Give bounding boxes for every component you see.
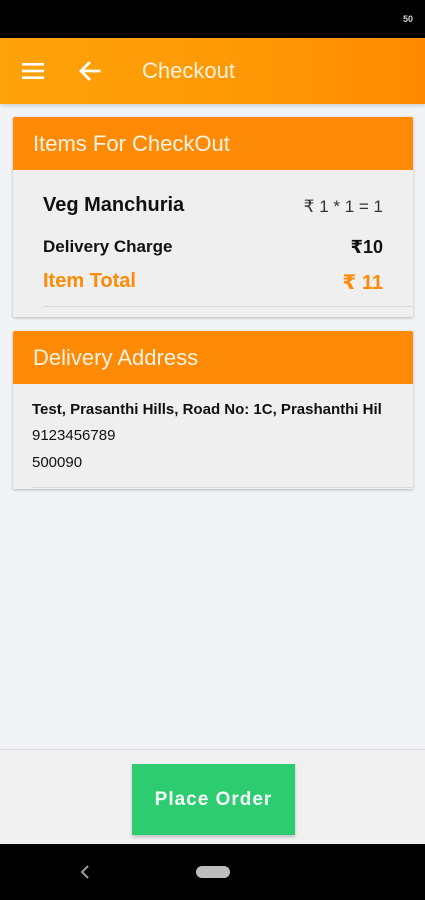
delivery-charge-value: ₹10 — [350, 237, 383, 257]
divider — [43, 306, 413, 307]
delivery-address-header: Delivery Address — [13, 331, 413, 384]
page-title: Checkout — [142, 58, 235, 83]
checkout-items-header: Items For CheckOut — [13, 117, 413, 170]
divider — [32, 487, 413, 488]
address-phone: 9123456789 — [32, 427, 116, 444]
checkout-items-card: Items For CheckOut Veg Manchuria ₹ 1 * 1… — [13, 117, 413, 317]
menu-icon[interactable] — [22, 60, 44, 82]
bottom-panel: Place Order — [0, 749, 425, 844]
status-clock: 50 — [402, 14, 413, 24]
address-street: Test, Prasanthi Hills, Road No: 1C, Pras… — [32, 401, 382, 418]
nav-home-pill-icon[interactable] — [196, 866, 230, 878]
item-total-value: ₹ 11 — [342, 272, 383, 294]
system-nav-bar — [0, 844, 425, 900]
place-order-button[interactable]: Place Order — [132, 764, 295, 835]
status-bar: 50 — [0, 0, 425, 38]
delivery-address-card: Delivery Address Test, Prasanthi Hills, … — [13, 331, 413, 489]
item-price-calculation: ₹ 1 * 1 = 1 — [303, 197, 383, 216]
back-arrow-icon[interactable] — [77, 58, 103, 84]
address-pincode: 500090 — [32, 454, 83, 471]
app-bar: Checkout — [0, 38, 425, 104]
nav-back-icon[interactable] — [78, 862, 92, 882]
